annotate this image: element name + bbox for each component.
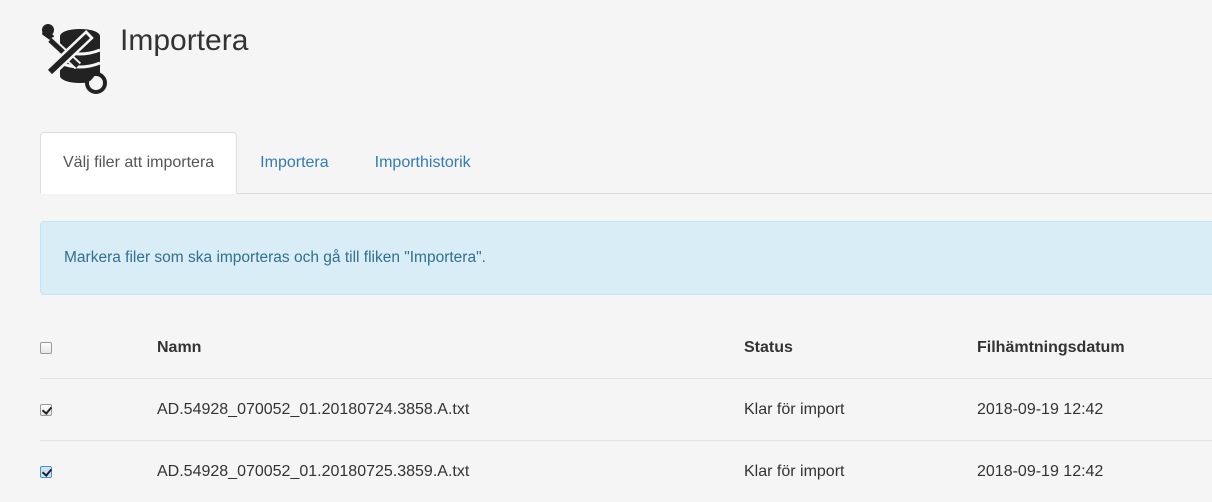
column-header-name[interactable]: Namn xyxy=(157,318,201,378)
table-row[interactable]: AD.54928_070052_01.20180724.3858.A.txt K… xyxy=(40,378,1212,440)
tools-database-icon xyxy=(42,24,107,94)
select-all-checkbox[interactable] xyxy=(40,342,52,354)
files-table: Namn Status Filhämtningsdatum AD.54928_0… xyxy=(40,318,1212,502)
file-status: Klar för import xyxy=(744,400,845,418)
file-status: Klar för import xyxy=(744,462,845,480)
table-row[interactable]: AD.54928_070052_01.20180725.3859.A.txt K… xyxy=(40,440,1212,502)
import-page: Importera Välj filer att importera Impor… xyxy=(0,0,1212,502)
file-date: 2018-09-19 12:42 xyxy=(977,400,1104,418)
tab-bar: Välj filer att importera Importera Impor… xyxy=(40,131,1212,194)
page-header: Importera xyxy=(40,18,248,98)
table-header-row: Namn Status Filhämtningsdatum xyxy=(40,318,1212,378)
row-checkbox[interactable] xyxy=(40,403,52,416)
tab-import[interactable]: Importera xyxy=(237,132,351,193)
info-alert-text: Markera filer som ska importeras och gå … xyxy=(64,249,486,266)
file-date: 2018-09-19 12:42 xyxy=(977,462,1104,480)
column-header-status[interactable]: Status xyxy=(744,318,793,378)
info-alert: Markera filer som ska importeras och gå … xyxy=(40,221,1212,295)
tab-import-history[interactable]: Importhistorik xyxy=(352,132,494,193)
column-header-date[interactable]: Filhämtningsdatum xyxy=(977,318,1125,378)
row-checkbox[interactable] xyxy=(40,465,52,478)
tab-select-files[interactable]: Välj filer att importera xyxy=(40,132,238,194)
file-name: AD.54928_070052_01.20180725.3859.A.txt xyxy=(157,462,470,480)
page-title: Importera xyxy=(120,23,249,57)
file-name: AD.54928_070052_01.20180724.3858.A.txt xyxy=(157,400,470,418)
